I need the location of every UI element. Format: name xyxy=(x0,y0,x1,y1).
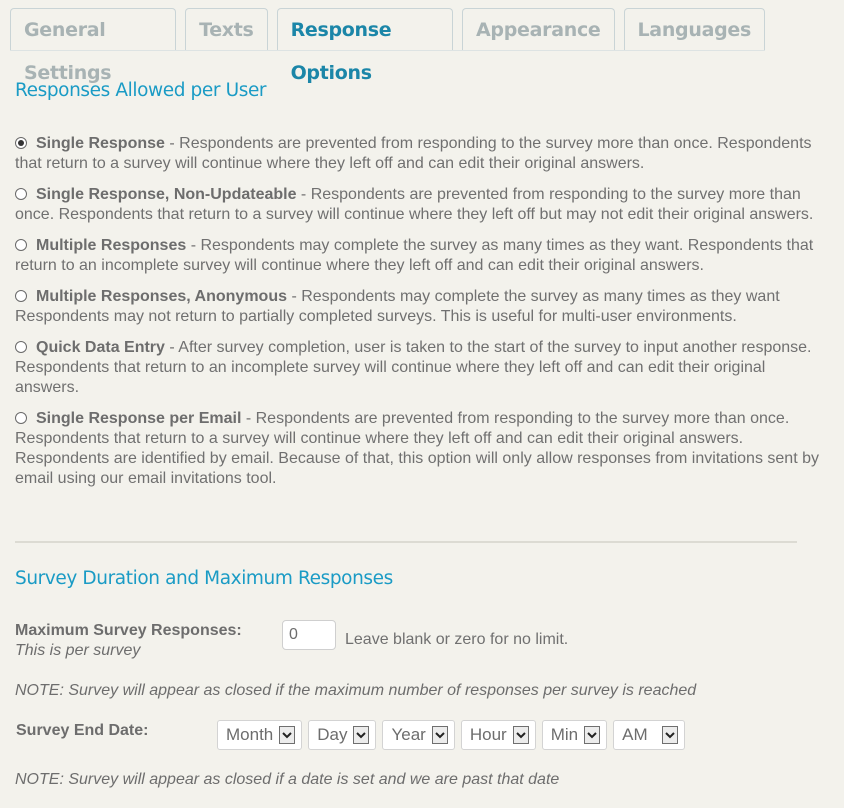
max-responses-sublabel: This is per survey xyxy=(15,642,141,659)
option-title: Quick Data Entry xyxy=(36,339,165,356)
minute-select[interactable]: Min xyxy=(541,720,608,750)
settings-tabs: General Settings Texts Response Options … xyxy=(10,8,765,84)
chevron-down-icon xyxy=(431,726,448,744)
radio-single-response-non-updateable[interactable] xyxy=(15,188,27,200)
radio-quick-data-entry[interactable] xyxy=(15,341,27,353)
max-responses-note: NOTE: Survey will appear as closed if th… xyxy=(15,682,697,699)
select-value: Day xyxy=(317,725,348,744)
day-select[interactable]: Day xyxy=(308,720,377,750)
chevron-down-icon xyxy=(661,726,678,744)
select-value: Month xyxy=(226,725,274,744)
end-date-selects: Month Day Year Hour Min AM xyxy=(217,720,685,750)
hour-select[interactable]: Hour xyxy=(460,720,536,750)
select-value: Min xyxy=(550,725,579,744)
month-select[interactable]: Month xyxy=(217,720,303,750)
radio-single-response[interactable] xyxy=(15,137,27,149)
year-select[interactable]: Year xyxy=(382,720,455,750)
chevron-down-icon xyxy=(353,726,370,744)
tab-languages[interactable]: Languages xyxy=(623,8,765,50)
chevron-down-icon xyxy=(584,726,601,744)
option-single-response-non-updateable: Single Response, Non-Updateable - Respon… xyxy=(15,185,827,225)
option-title: Single Response per Email xyxy=(36,410,242,427)
option-single-response: Single Response - Respondents are preven… xyxy=(15,134,827,174)
max-responses-hint: Leave blank or zero for no limit. xyxy=(345,631,569,648)
option-title: Multiple Responses, Anonymous xyxy=(36,288,287,305)
end-date-label: Survey End Date: xyxy=(16,722,149,739)
option-multiple-responses: Multiple Responses - Respondents may com… xyxy=(15,236,827,276)
section-divider xyxy=(15,541,797,543)
tab-appearance[interactable]: Appearance xyxy=(462,8,615,50)
radio-multiple-responses-anonymous[interactable] xyxy=(15,290,27,302)
option-title: Single Response xyxy=(36,135,165,152)
responses-section-title: Responses Allowed per User xyxy=(15,80,267,101)
end-date-note: NOTE: Survey will appear as closed if a … xyxy=(15,771,560,788)
chevron-down-icon xyxy=(279,726,296,744)
tab-texts[interactable]: Texts xyxy=(185,8,268,50)
ampm-select[interactable]: AM xyxy=(613,720,685,750)
select-value: Hour xyxy=(469,725,507,744)
option-title: Single Response, Non-Updateable xyxy=(36,186,297,203)
option-quick-data-entry: Quick Data Entry - After survey completi… xyxy=(15,338,827,398)
tab-response-options[interactable]: Response Options xyxy=(276,8,454,84)
response-options-group: Single Response - Respondents are preven… xyxy=(15,134,827,500)
chevron-down-icon xyxy=(512,726,529,744)
select-value: Year xyxy=(391,725,426,744)
duration-section-title: Survey Duration and Maximum Responses xyxy=(15,568,393,589)
radio-multiple-responses[interactable] xyxy=(15,239,27,251)
option-multiple-responses-anonymous: Multiple Responses, Anonymous - Responde… xyxy=(15,287,827,327)
max-responses-input[interactable] xyxy=(282,620,336,650)
tab-general-settings[interactable]: General Settings xyxy=(10,8,177,84)
option-title: Multiple Responses xyxy=(36,237,187,254)
select-value: AM xyxy=(622,725,648,744)
max-responses-label: Maximum Survey Responses: xyxy=(15,622,242,639)
radio-single-response-per-email[interactable] xyxy=(15,412,27,424)
option-single-response-per-email: Single Response per Email - Respondents … xyxy=(15,409,827,489)
